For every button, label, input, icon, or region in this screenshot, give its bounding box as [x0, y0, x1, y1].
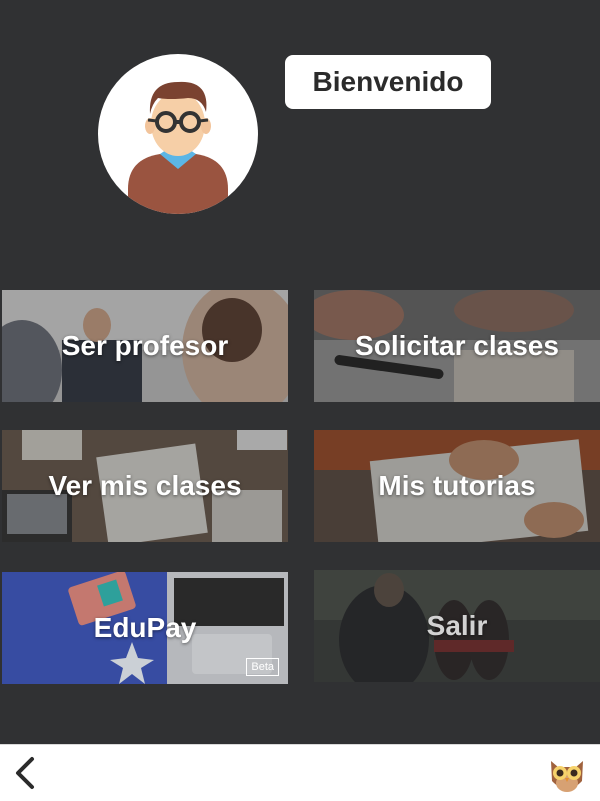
tile-label: Ver mis clases — [48, 470, 242, 501]
tile-label: Mis tutorias — [378, 470, 536, 501]
tile-label: Solicitar clases — [355, 330, 559, 361]
tile-label: Ser profesor — [61, 330, 229, 361]
tile-edupay[interactable]: EduPay Beta — [2, 572, 288, 684]
teacher-avatar-icon — [128, 81, 228, 214]
bottom-navigation-bar — [0, 744, 600, 801]
tile-ser-profesor[interactable]: Ser profesor — [2, 290, 288, 402]
beta-badge: Beta — [246, 658, 279, 676]
tile-label: EduPay — [93, 612, 197, 643]
back-button[interactable] — [12, 755, 40, 791]
tile-ver-mis-clases[interactable]: Ver mis clases — [2, 430, 288, 542]
owl-icon — [546, 753, 588, 795]
tile-salir[interactable]: Salir — [314, 570, 600, 682]
user-avatar — [98, 54, 258, 214]
tile-mis-tutorias[interactable]: Mis tutorias — [314, 430, 600, 542]
welcome-badge: Bienvenido — [285, 55, 491, 109]
tile-label: Salir — [426, 610, 488, 641]
tile-solicitar-clases[interactable]: Solicitar clases — [314, 290, 600, 402]
chevron-left-icon — [16, 757, 34, 789]
